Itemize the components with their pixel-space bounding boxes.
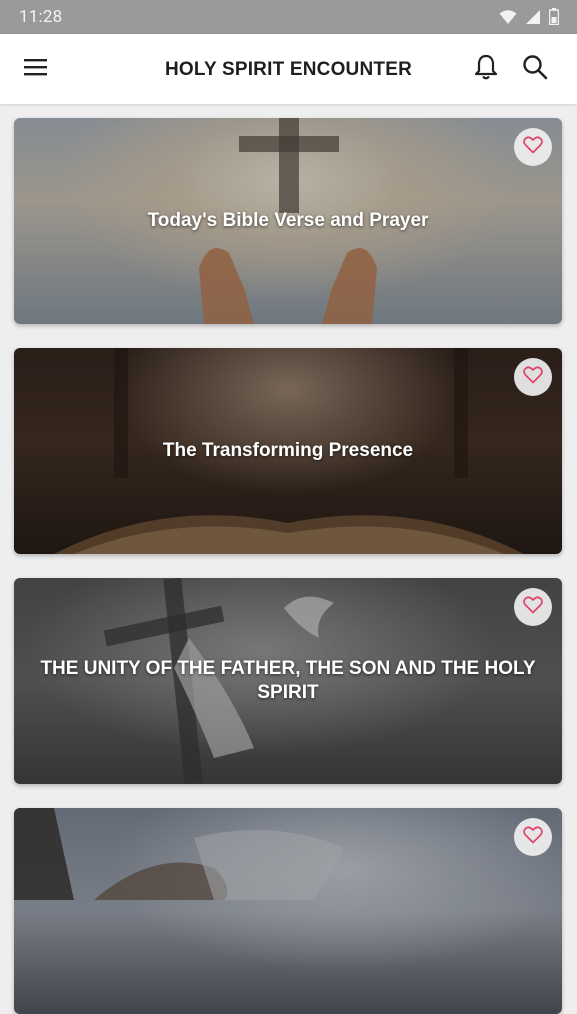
app-bar: HOLY SPIRIT ENCOUNTER bbox=[0, 34, 577, 104]
notifications-button[interactable] bbox=[468, 51, 504, 87]
signal-icon bbox=[525, 9, 541, 29]
card-title bbox=[30, 808, 546, 1014]
favorite-button[interactable] bbox=[514, 588, 552, 626]
battery-icon bbox=[548, 8, 560, 29]
favorite-button[interactable] bbox=[514, 128, 552, 166]
menu-button[interactable] bbox=[18, 51, 54, 87]
article-card[interactable]: THE UNITY OF THE FATHER, THE SON AND THE… bbox=[14, 578, 562, 784]
status-bar: 11:28 bbox=[0, 0, 577, 34]
search-icon bbox=[521, 53, 549, 85]
heart-outline-icon bbox=[523, 596, 543, 618]
article-card[interactable]: Today's Bible Verse and Prayer bbox=[14, 118, 562, 324]
search-button[interactable] bbox=[517, 51, 553, 87]
card-title: THE UNITY OF THE FATHER, THE SON AND THE… bbox=[40, 658, 536, 703]
heart-outline-icon bbox=[523, 826, 543, 848]
card-title: The Transforming Presence bbox=[162, 440, 414, 461]
status-icons bbox=[499, 8, 560, 29]
heart-outline-icon bbox=[523, 366, 543, 388]
menu-icon bbox=[23, 57, 49, 81]
heart-outline-icon bbox=[523, 136, 543, 158]
wifi-icon bbox=[499, 9, 517, 29]
article-card[interactable]: The Transforming Presence bbox=[14, 348, 562, 554]
article-card[interactable] bbox=[14, 808, 562, 1014]
card-title: Today's Bible Verse and Prayer bbox=[147, 210, 429, 231]
favorite-button[interactable] bbox=[514, 358, 552, 396]
status-time: 11:28 bbox=[19, 7, 63, 27]
favorite-button[interactable] bbox=[514, 818, 552, 856]
bell-icon bbox=[473, 53, 499, 85]
